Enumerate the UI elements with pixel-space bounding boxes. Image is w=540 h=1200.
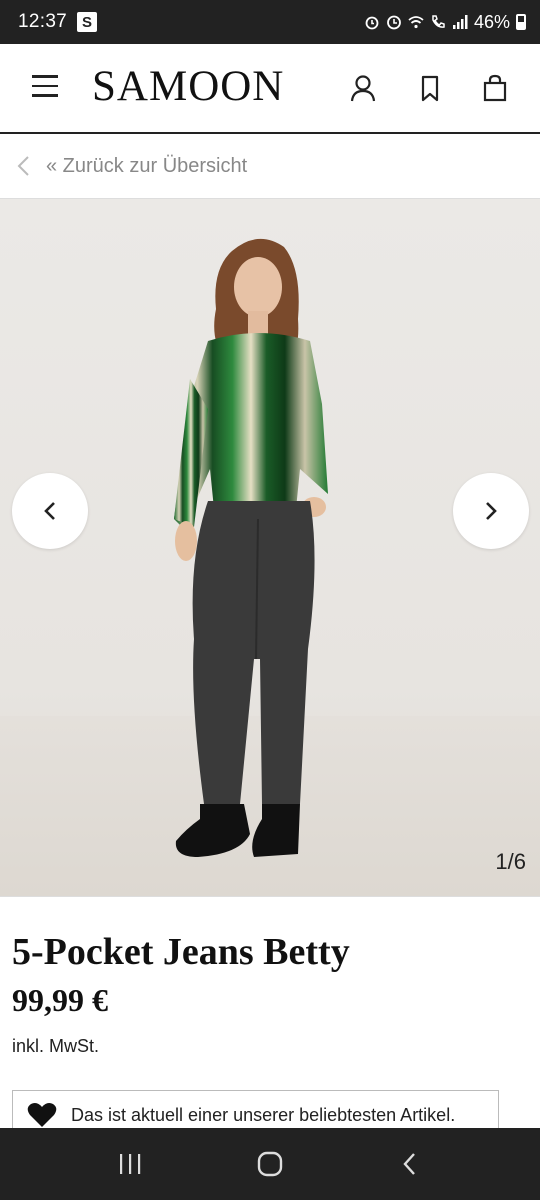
status-bar: 12:37 S 46% [0, 0, 540, 44]
chevron-left-icon [17, 156, 29, 176]
status-time: 12:37 [18, 11, 68, 32]
site-header: SAMOON [0, 44, 540, 134]
product-title: 5-Pocket Jeans Betty [12, 931, 350, 973]
battery-icon [516, 14, 526, 30]
gallery-image-counter: 1/6 [495, 849, 526, 874]
product-price: 99,99 € [12, 982, 108, 1018]
brand-logo[interactable]: SAMOON [92, 62, 284, 111]
system-navigation-bar [0, 1128, 540, 1200]
heart-icon [27, 1103, 57, 1127]
menu-icon[interactable] [32, 75, 58, 101]
chevron-left-icon [44, 502, 55, 520]
battery-percent: 46% [473, 11, 510, 32]
chevron-right-icon [486, 502, 497, 520]
recent-apps-button[interactable] [110, 1144, 150, 1184]
product-photo-model [174, 238, 328, 857]
product-image-gallery[interactable]: 1/6 [0, 198, 540, 897]
gallery-next-button[interactable] [453, 473, 529, 549]
account-icon[interactable] [347, 72, 379, 104]
back-to-overview-link[interactable]: « Zurück zur Übersicht [0, 134, 540, 198]
signal-icon [452, 15, 468, 29]
wishlist-icon[interactable] [414, 72, 446, 104]
home-button[interactable] [250, 1144, 290, 1184]
system-back-button[interactable] [390, 1144, 430, 1184]
status-icons: 46% [364, 12, 526, 33]
gallery-previous-button[interactable] [12, 473, 88, 549]
app-notification-badge: S [77, 12, 98, 32]
call-icon [432, 15, 445, 28]
popular-item-text: Das ist aktuell einer unserer beliebtest… [71, 1104, 456, 1125]
recent-apps-icon [120, 1154, 141, 1174]
back-arrow-icon [403, 1153, 415, 1175]
clock-icon [387, 15, 401, 30]
back-link-label: « Zurück zur Übersicht [46, 154, 248, 177]
home-icon [257, 1151, 283, 1177]
alarm-icon [365, 16, 379, 30]
wifi-icon [408, 16, 424, 29]
cart-icon[interactable] [479, 72, 511, 104]
tax-note: inkl. MwSt. [12, 1036, 100, 1056]
